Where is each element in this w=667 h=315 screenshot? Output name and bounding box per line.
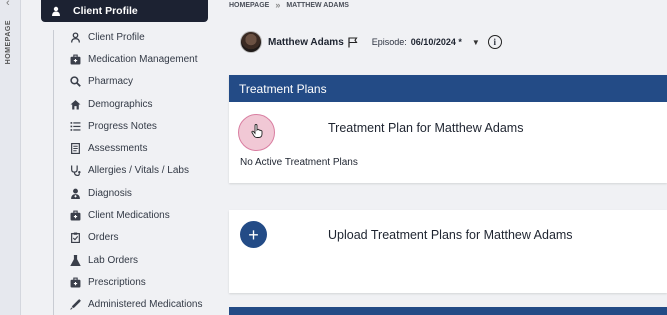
sidebar-item-allergies-vitals-labs[interactable]: Allergies / Vitals / Labs <box>68 160 203 182</box>
document-icon <box>68 143 82 155</box>
homepage-vertical-label[interactable]: HOMEPAGE <box>5 20 12 64</box>
person-icon <box>68 32 82 43</box>
sidebar-item-client-profile[interactable]: Client Profile <box>68 26 203 48</box>
sidebar-active-label: Client Profile <box>73 5 138 17</box>
treatment-plan-title: Treatment Plan for Matthew Adams <box>328 121 524 135</box>
sidebar-item-demographics[interactable]: Demographics <box>68 93 203 115</box>
patient-header: Matthew Adams Episode: 06/10/2024 * ▼ i <box>240 30 502 54</box>
doctor-icon <box>68 188 82 199</box>
sidebar-item-pharmacy[interactable]: Pharmacy <box>68 71 203 93</box>
sidebar: Client Profile Client Profile Medication… <box>21 0 226 315</box>
treatment-plan-button[interactable] <box>238 114 275 151</box>
sidebar-item-label: Prescriptions <box>88 276 146 288</box>
search-icon <box>68 76 82 88</box>
syringe-icon <box>68 299 82 311</box>
tree-line <box>53 30 54 315</box>
breadcrumb-home[interactable]: HOMEPAGE <box>229 2 269 9</box>
avatar <box>240 31 262 53</box>
medkit-icon <box>68 210 82 221</box>
treatment-plans-header: Treatment Plans <box>229 75 667 102</box>
sidebar-item-label: Diagnosis <box>88 187 132 199</box>
sidebar-item-label: Progress Notes <box>88 120 157 132</box>
sidebar-item-label: Medication Management <box>88 53 198 65</box>
episode-label: Episode: <box>371 37 407 47</box>
medkit-icon <box>68 277 82 288</box>
sidebar-item-client-profile-active[interactable]: Client Profile <box>41 0 208 22</box>
sidebar-item-orders[interactable]: Orders <box>68 227 203 249</box>
sidebar-nav: Client Profile Medication Management Pha… <box>68 26 203 315</box>
sidebar-item-label: Client Medications <box>88 210 170 222</box>
no-active-plans-text: No Active Treatment Plans <box>240 157 358 168</box>
sidebar-item-label: Assessments <box>88 143 148 155</box>
sidebar-item-label: Demographics <box>88 98 153 110</box>
home-icon <box>68 99 82 110</box>
sidebar-item-lab-orders[interactable]: Lab Orders <box>68 249 203 271</box>
sidebar-item-diagnosis[interactable]: Diagnosis <box>68 182 203 204</box>
upload-treatment-plans-panel: + Upload Treatment Plans for Matthew Ada… <box>229 210 667 293</box>
sidebar-item-label: Allergies / Vitals / Labs <box>88 165 189 177</box>
add-upload-button[interactable]: + <box>240 221 267 248</box>
breadcrumb-separator: » <box>275 0 281 10</box>
person-icon <box>49 6 63 16</box>
sidebar-item-administered-medications[interactable]: Administered Medications <box>68 294 203 315</box>
sidebar-item-prescriptions[interactable]: Prescriptions <box>68 271 203 293</box>
episode-dropdown-icon[interactable]: ▼ <box>472 38 480 47</box>
stethoscope-icon <box>68 165 82 177</box>
sidebar-item-label: Pharmacy <box>88 76 134 88</box>
sidebar-item-assessments[interactable]: Assessments <box>68 137 203 159</box>
sidebar-item-label: Administered Medications <box>88 299 203 311</box>
episode-value[interactable]: 06/10/2024 * <box>411 37 462 47</box>
sidebar-item-label: Lab Orders <box>88 254 139 266</box>
hand-cursor-icon <box>250 124 263 141</box>
sidebar-item-label: Orders <box>88 232 119 244</box>
treatment-plans-panel: Treatment Plans Treatment Plan for Matth… <box>229 75 667 183</box>
flask-icon <box>68 254 82 266</box>
clipboard-icon <box>68 232 82 244</box>
breadcrumb-current: MATTHEW ADAMS <box>286 1 349 9</box>
next-panel-header <box>229 307 667 315</box>
sidebar-item-label: Client Profile <box>88 31 145 43</box>
list-icon <box>68 121 82 132</box>
breadcrumb: HOMEPAGE » MATTHEW ADAMS <box>229 0 349 10</box>
sidebar-item-client-medications[interactable]: Client Medications <box>68 204 203 226</box>
sidebar-item-medication-management[interactable]: Medication Management <box>68 48 203 70</box>
flag-icon[interactable] <box>348 36 358 48</box>
homepage-rail[interactable]: ‹ HOMEPAGE <box>0 0 21 315</box>
upload-title: Upload Treatment Plans for Matthew Adams <box>328 228 573 242</box>
info-icon[interactable]: i <box>487 35 502 49</box>
sidebar-item-progress-notes[interactable]: Progress Notes <box>68 115 203 137</box>
patient-name: Matthew Adams <box>268 36 344 48</box>
medkit-icon <box>68 54 82 65</box>
collapse-chevron-icon[interactable]: ‹ <box>6 0 10 9</box>
